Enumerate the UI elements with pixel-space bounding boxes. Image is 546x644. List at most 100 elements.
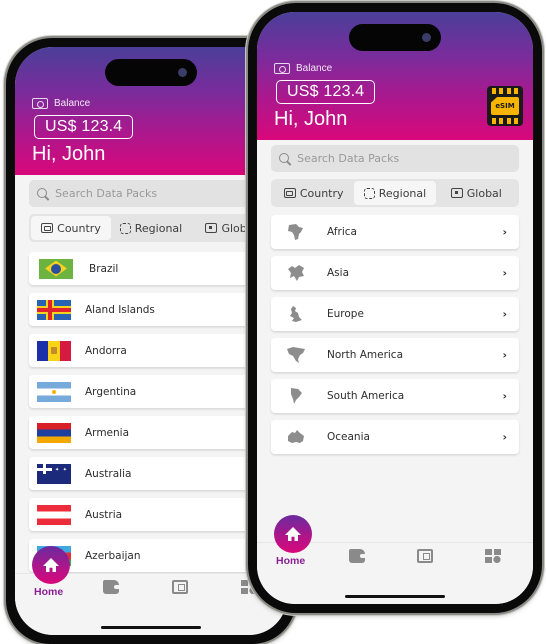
tab-bar: Country Regional Global bbox=[271, 179, 519, 207]
tab-country[interactable]: Country bbox=[31, 216, 111, 240]
list-item-brazil[interactable]: Brazil bbox=[29, 252, 273, 285]
header: Balance US$ 123.4 Hi, John eSIM bbox=[257, 12, 533, 140]
tab-label: Regional bbox=[134, 221, 183, 235]
tab-regional[interactable]: Regional bbox=[354, 181, 436, 205]
country-name: Armenia bbox=[85, 426, 130, 439]
argentina-flag-icon bbox=[37, 381, 71, 402]
oceania-map-icon bbox=[285, 428, 307, 446]
nav-home-label[interactable]: Home bbox=[276, 555, 305, 567]
list-item-andorra[interactable]: Andorra bbox=[29, 334, 273, 367]
chevron-right-icon: › bbox=[502, 266, 507, 280]
chip-icon bbox=[363, 187, 375, 199]
region-name: South America bbox=[327, 390, 405, 402]
south-america-map-icon bbox=[285, 387, 307, 405]
nav-home-button[interactable] bbox=[32, 546, 70, 584]
search-bar[interactable] bbox=[271, 145, 519, 172]
globe-chip-icon bbox=[205, 223, 218, 233]
dynamic-island bbox=[105, 59, 197, 86]
home-icon bbox=[285, 527, 301, 541]
home-indicator bbox=[345, 594, 445, 598]
cash-icon[interactable] bbox=[172, 580, 188, 594]
apps-grid-icon[interactable] bbox=[485, 549, 501, 563]
chevron-right-icon: › bbox=[502, 430, 507, 444]
search-icon bbox=[279, 152, 290, 165]
brazil-flag-icon bbox=[39, 258, 73, 279]
country-list: Brazil Aland Islands Andorra Argentina A… bbox=[29, 252, 273, 580]
list-item-asia[interactable]: Asia › bbox=[271, 256, 519, 290]
greeting: Hi, John bbox=[32, 143, 106, 165]
balance-label: Balance bbox=[54, 98, 91, 109]
country-name: Andorra bbox=[85, 344, 127, 357]
globe-chip-icon bbox=[450, 188, 463, 198]
region-name: Oceania bbox=[327, 431, 370, 443]
tab-label: Country bbox=[57, 221, 101, 235]
tab-label: Global bbox=[466, 186, 502, 200]
search-bar[interactable] bbox=[29, 180, 273, 207]
search-input[interactable] bbox=[297, 152, 519, 165]
list-item-argentina[interactable]: Argentina bbox=[29, 375, 273, 408]
list-item-aland-islands[interactable]: Aland Islands bbox=[29, 293, 273, 326]
balance-amount[interactable]: US$ 123.4 bbox=[276, 80, 376, 104]
chevron-right-icon: › bbox=[502, 225, 507, 239]
country-name: Australia bbox=[85, 467, 132, 480]
screen: Balance US$ 123.4 Hi, John eSIM Country … bbox=[257, 12, 533, 604]
wallet-icon[interactable] bbox=[349, 549, 366, 563]
region-name: North America bbox=[327, 349, 404, 361]
home-indicator bbox=[101, 625, 201, 629]
nav-home-button[interactable] bbox=[274, 515, 312, 553]
north-america-map-icon bbox=[285, 346, 307, 364]
list-item-austria[interactable]: Austria bbox=[29, 498, 273, 531]
country-name: Brazil bbox=[89, 262, 119, 275]
list-item-oceania[interactable]: Oceania › bbox=[271, 420, 519, 454]
tab-country[interactable]: Country bbox=[273, 181, 354, 205]
tab-label: Country bbox=[299, 186, 344, 200]
chevron-right-icon: › bbox=[502, 389, 507, 403]
tab-bar: Country Regional Global bbox=[29, 214, 273, 242]
chevron-right-icon: › bbox=[502, 348, 507, 362]
esim-icon[interactable]: eSIM bbox=[487, 86, 523, 126]
nav-home-label[interactable]: Home bbox=[34, 586, 63, 598]
balance-label-row: Balance bbox=[32, 98, 90, 109]
search-input[interactable] bbox=[55, 187, 273, 200]
money-icon bbox=[274, 63, 290, 74]
list-item-north-america[interactable]: North America › bbox=[271, 338, 519, 372]
header: Balance US$ 123.4 Hi, John eSIM bbox=[15, 47, 287, 175]
camera-dot bbox=[178, 68, 187, 77]
austria-flag-icon bbox=[37, 504, 71, 525]
region-list: Africa › Asia › Europe › North America ›… bbox=[271, 215, 519, 461]
region-name: Africa bbox=[327, 226, 357, 238]
camera-dot bbox=[422, 33, 431, 42]
australia-flag-icon bbox=[37, 463, 71, 484]
europe-map-icon bbox=[285, 305, 307, 323]
list-item-armenia[interactable]: Armenia bbox=[29, 416, 273, 449]
andorra-flag-icon bbox=[37, 340, 71, 361]
africa-map-icon bbox=[285, 223, 307, 241]
chevron-right-icon: › bbox=[502, 307, 507, 321]
phone-regional-screen: Balance US$ 123.4 Hi, John eSIM Country … bbox=[248, 3, 542, 613]
greeting: Hi, John bbox=[274, 108, 348, 130]
sim-card-icon bbox=[41, 223, 54, 233]
chip-icon bbox=[119, 222, 131, 234]
country-name: Austria bbox=[85, 508, 123, 521]
list-item-south-america[interactable]: South America › bbox=[271, 379, 519, 413]
balance-amount[interactable]: US$ 123.4 bbox=[34, 115, 134, 139]
bottom-nav: Home bbox=[15, 546, 287, 635]
wallet-icon[interactable] bbox=[103, 580, 120, 594]
asia-map-icon bbox=[285, 264, 307, 282]
bottom-nav: Home bbox=[257, 515, 533, 604]
country-name: Aland Islands bbox=[85, 303, 155, 316]
balance-label: Balance bbox=[296, 63, 333, 74]
region-name: Europe bbox=[327, 308, 364, 320]
armenia-flag-icon bbox=[37, 422, 71, 443]
country-name: Azerbaijan bbox=[85, 549, 141, 562]
tab-regional[interactable]: Regional bbox=[111, 216, 191, 240]
cash-icon[interactable] bbox=[417, 549, 433, 563]
home-icon bbox=[43, 558, 59, 572]
country-name: Argentina bbox=[85, 385, 137, 398]
list-item-europe[interactable]: Europe › bbox=[271, 297, 519, 331]
list-item-australia[interactable]: Australia bbox=[29, 457, 273, 490]
tab-global[interactable]: Global bbox=[436, 181, 517, 205]
list-item-africa[interactable]: Africa › bbox=[271, 215, 519, 249]
screen: Balance US$ 123.4 Hi, John eSIM Country … bbox=[15, 47, 287, 635]
balance-label-row: Balance bbox=[274, 63, 332, 74]
